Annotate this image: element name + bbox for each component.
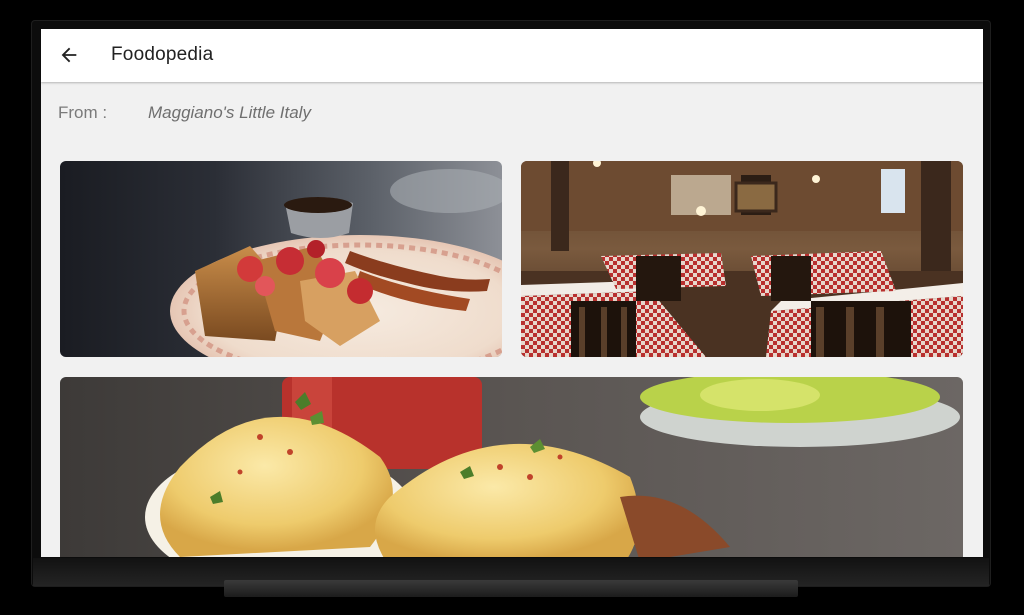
source-restaurant-name[interactable]: Maggiano's Little Italy [148, 103, 311, 123]
source-label: From : [58, 103, 108, 122]
arrow-left-icon [61, 47, 77, 63]
app-screen: Foodopedia From : Maggiano's Little Ital… [41, 29, 983, 557]
restaurant-interior-photo[interactable] [521, 161, 963, 357]
app-title: Foodopedia [111, 44, 214, 65]
back-button[interactable] [51, 37, 87, 73]
device-stand [224, 580, 798, 597]
app-bar: Foodopedia [41, 29, 983, 82]
eggs-benedict-photo[interactable] [60, 377, 963, 557]
french-toast-photo[interactable] [60, 161, 502, 357]
